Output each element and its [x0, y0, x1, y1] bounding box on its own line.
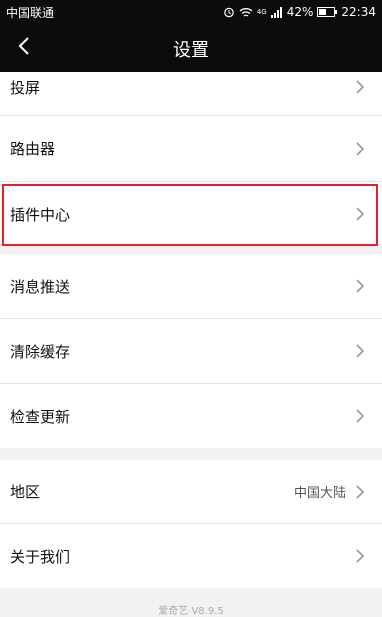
settings-group-about: 地区 中国大陆 关于我们	[0, 460, 382, 588]
settings-item-label: 消息推送	[10, 277, 71, 296]
app-version-label: 爱奇艺 V8.9.5	[158, 606, 224, 617]
settings-item-about-us[interactable]: 关于我们	[0, 524, 382, 588]
chevron-right-icon	[354, 549, 366, 563]
selection-highlight-box	[2, 184, 378, 246]
chevron-right-icon	[354, 141, 366, 156]
settings-group-app: 消息推送 清除缓存 检查更新	[0, 254, 382, 448]
alarm-icon	[223, 6, 235, 18]
settings-item-clear-cache[interactable]: 清除缓存	[0, 319, 382, 383]
settings-item-label: 检查更新	[10, 407, 71, 426]
status-icons: 4G 42% 22:34	[223, 5, 376, 19]
battery-percent: 42%	[286, 5, 314, 19]
settings-item-region[interactable]: 地区 中国大陆	[0, 460, 382, 523]
chevron-right-icon	[354, 409, 366, 423]
settings-item-label: 地区	[10, 483, 41, 501]
signal-icon	[270, 6, 283, 18]
chevron-right-icon	[354, 80, 366, 94]
settings-item-screencast[interactable]: 投屏	[0, 72, 382, 102]
network-type-label: 4G	[256, 8, 267, 16]
carrier-name: 中国联通	[6, 5, 55, 20]
chevron-right-icon	[354, 484, 366, 499]
wifi-icon	[239, 7, 253, 18]
settings-item-push-notifications[interactable]: 消息推送	[0, 254, 382, 318]
chevron-right-icon	[354, 344, 366, 358]
status-bar: 中国联通 4G 42% 22:34	[0, 0, 382, 24]
page-title: 设置	[173, 40, 209, 61]
settings-item-label: 路由器	[10, 140, 56, 158]
settings-list: 投屏 路由器 插件中心 消息推送 清除缓存 检查更新 地区 中国大陆 关于我们 …	[0, 72, 382, 617]
settings-item-router[interactable]: 路由器	[0, 116, 382, 181]
battery-icon	[317, 7, 338, 17]
clock-time: 22:34	[341, 5, 376, 19]
region-value: 中国大陆	[293, 486, 346, 501]
settings-item-label: 投屏	[10, 78, 41, 97]
title-bar: 设置	[0, 24, 382, 72]
chevron-right-icon	[354, 279, 366, 293]
settings-item-label: 清除缓存	[10, 342, 71, 361]
settings-item-check-update[interactable]: 检查更新	[0, 384, 382, 448]
settings-item-label: 关于我们	[10, 547, 71, 566]
